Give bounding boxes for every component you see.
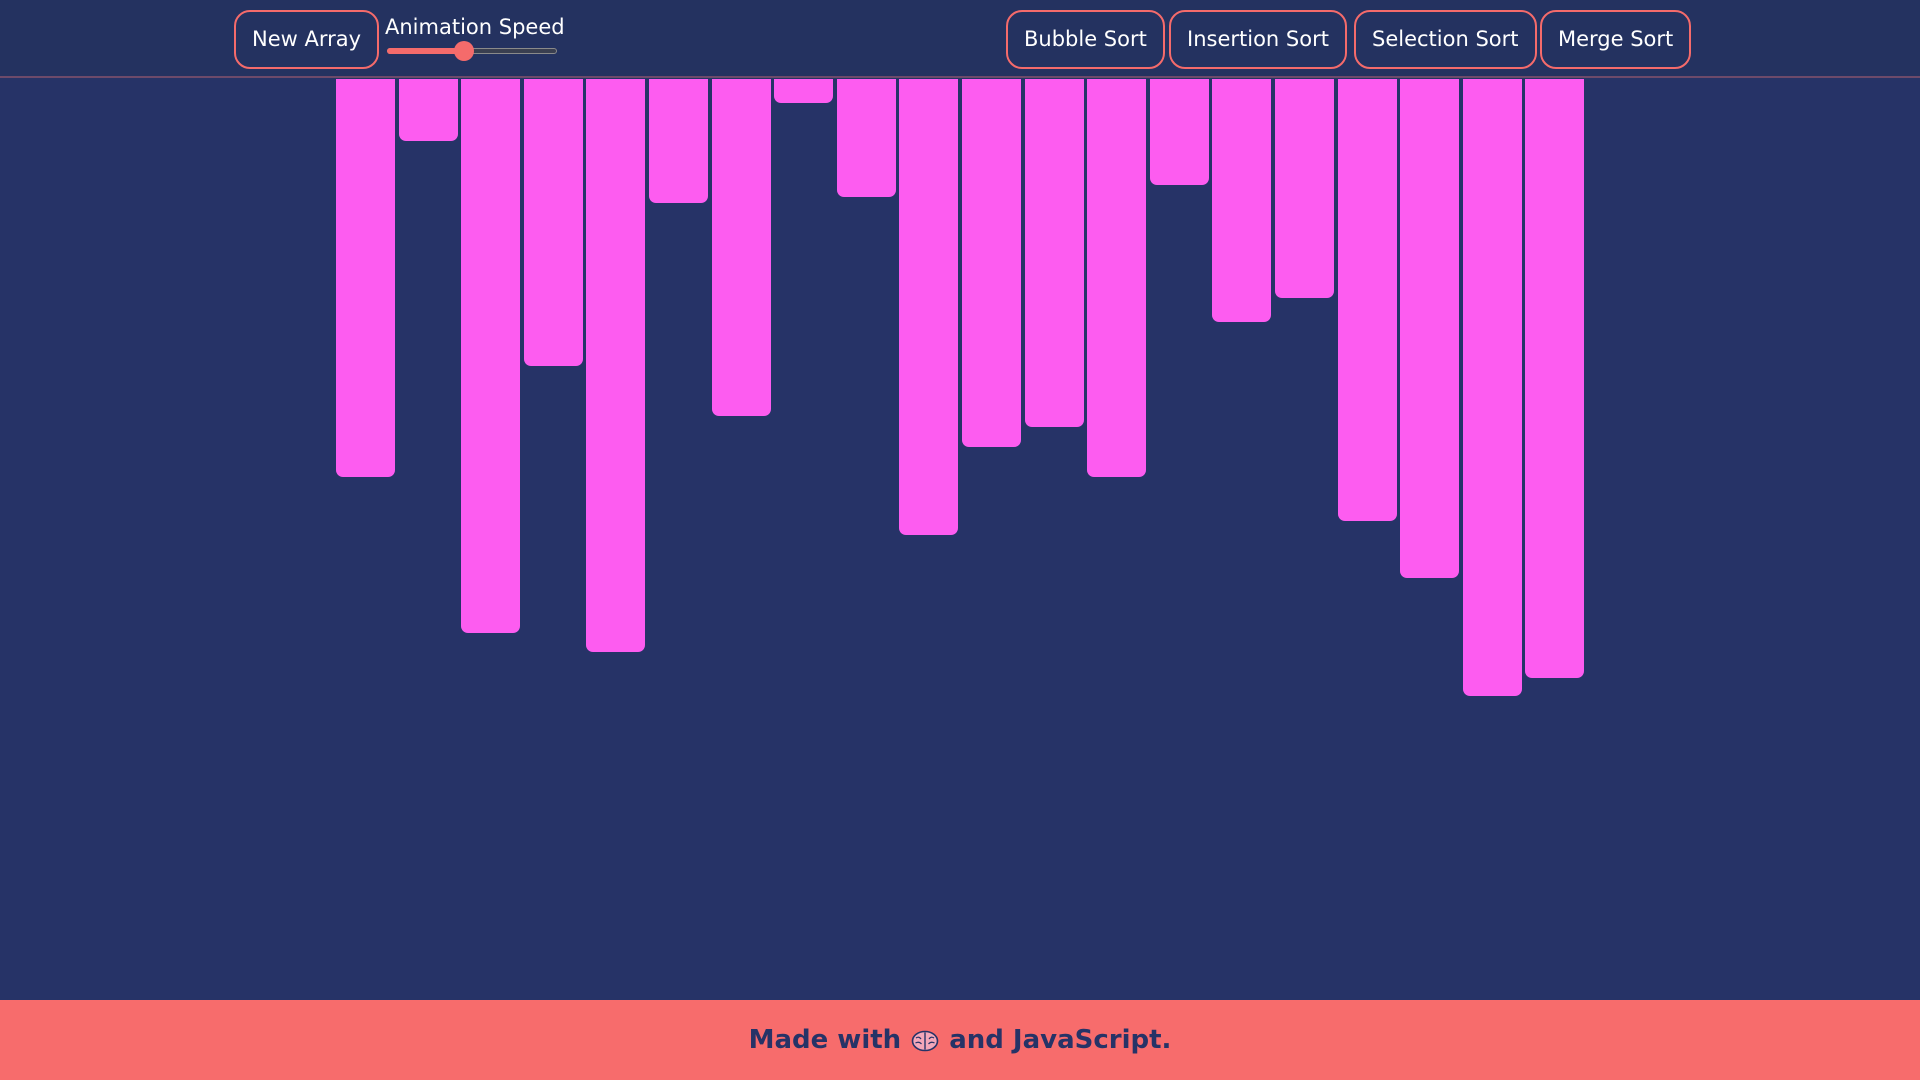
animation-speed-slider[interactable]	[387, 41, 557, 61]
slider-thumb[interactable]	[454, 41, 474, 61]
footer-text-after: and JavaScript.	[949, 1025, 1172, 1055]
slider-fill	[387, 48, 464, 54]
array-bar	[649, 79, 708, 203]
array-bar	[336, 79, 395, 477]
array-bar	[774, 79, 833, 103]
array-bar	[1025, 79, 1084, 427]
array-bar	[461, 79, 520, 633]
array-bar	[1275, 79, 1334, 298]
array-bar	[524, 79, 583, 366]
array-bar	[1338, 79, 1397, 521]
array-bar	[1463, 79, 1522, 696]
sorting-visualizer-app: New Array Animation Speed Bubble Sort In…	[0, 0, 1920, 1080]
array-bar	[1150, 79, 1209, 185]
array-bar	[586, 79, 645, 652]
navbar: New Array Animation Speed Bubble Sort In…	[0, 0, 1920, 78]
array-bar	[399, 79, 458, 141]
array-bar	[1212, 79, 1271, 322]
array-bars	[0, 79, 1920, 999]
array-bar	[712, 79, 771, 416]
array-bar	[1400, 79, 1459, 578]
array-bar	[837, 79, 896, 197]
array-bar	[962, 79, 1021, 447]
bubble-sort-button[interactable]: Bubble Sort	[1006, 10, 1165, 69]
array-bar	[899, 79, 958, 535]
array-bar	[1087, 79, 1146, 477]
selection-sort-button[interactable]: Selection Sort	[1354, 10, 1537, 69]
new-array-button[interactable]: New Array	[234, 10, 380, 69]
animation-speed-label: Animation Speed	[385, 15, 565, 39]
brain-icon	[911, 1029, 939, 1052]
merge-sort-button[interactable]: Merge Sort	[1540, 10, 1692, 69]
footer-text-before: Made with	[748, 1025, 902, 1055]
footer: Made with and JavaScript.	[0, 1000, 1920, 1080]
array-bar	[1525, 79, 1584, 678]
insertion-sort-button[interactable]: Insertion Sort	[1169, 10, 1347, 69]
